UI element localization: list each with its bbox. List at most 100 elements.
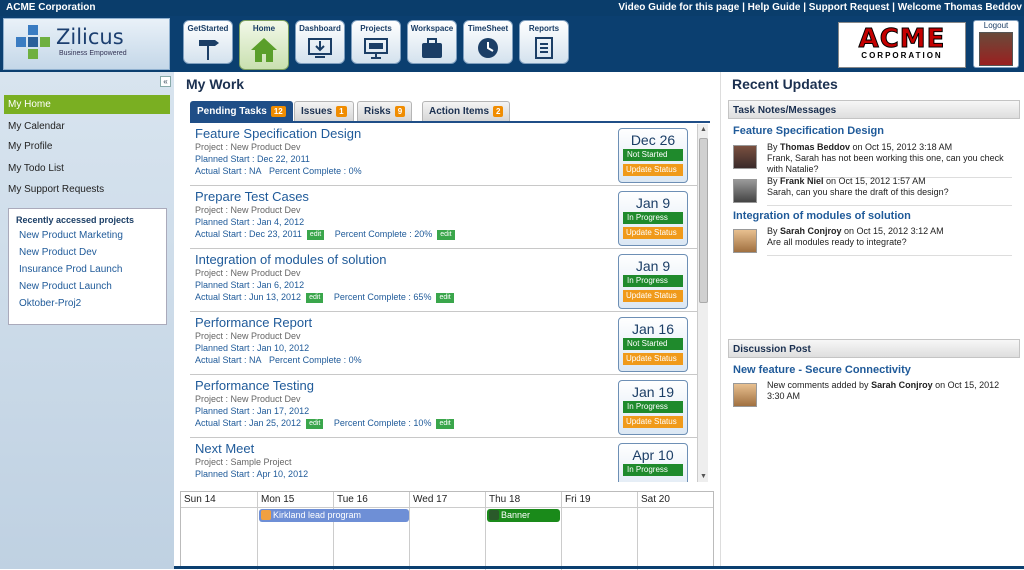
task-project: Project : New Product Dev — [195, 142, 301, 152]
edit-actual-button[interactable]: edit — [306, 292, 324, 303]
calendar-day-header: Sun 14 — [181, 492, 257, 508]
calendar-day[interactable]: Sat 20 — [638, 492, 713, 570]
company-name: ACME Corporation — [6, 2, 96, 13]
app-logo[interactable]: Zilicus Business Empowered — [3, 18, 170, 70]
edit-percent-button[interactable]: edit — [436, 418, 454, 429]
recent-project-link[interactable]: Oktober-Proj2 — [9, 295, 166, 312]
update-status-button[interactable]: Update Status — [623, 353, 683, 365]
edit-actual-button[interactable]: edit — [306, 229, 325, 240]
update-task-link[interactable]: Feature Specification Design — [733, 125, 884, 137]
calendar-day[interactable]: Mon 15 — [258, 492, 334, 570]
task-title-link[interactable]: Feature Specification Design — [195, 126, 361, 141]
update-status-button[interactable]: Update Status — [623, 416, 683, 428]
recent-project-link[interactable]: New Product Marketing — [9, 227, 166, 244]
note-time: on Oct 15, 2012 3:12 AM — [841, 226, 944, 236]
task-item: Feature Specification Design Project : N… — [190, 124, 697, 186]
task-actual-start: Actual Start : Jun 13, 2012 — [195, 292, 302, 302]
calendar-event[interactable]: Banner — [487, 509, 560, 522]
logo-name: Zilicus — [56, 25, 124, 49]
task-due-date: Dec 26 — [630, 132, 676, 148]
task-title-link[interactable]: Next Meet — [195, 441, 254, 456]
status-badge: In Progress — [623, 401, 683, 413]
calendar-day-header: Tue 16 — [334, 492, 409, 508]
note-time: on Oct 15, 2012 3:18 AM — [850, 142, 953, 152]
brand-small: CORPORATION — [861, 51, 943, 60]
note-author: Thomas Beddov — [780, 142, 851, 152]
task-list-scrollbar[interactable]: ▲ ▼ — [697, 124, 708, 482]
note-time: on Oct 15, 2012 1:57 AM — [823, 176, 926, 186]
sidebar-item-my-profile[interactable]: My Profile — [4, 137, 170, 156]
update-status-button[interactable]: Update Status — [623, 164, 683, 176]
calendar-event[interactable]: Kirkland lead program — [259, 509, 409, 522]
sidebar-item-my-support-requests[interactable]: My Support Requests — [4, 180, 170, 199]
task-date-box: Jan 19 In Progress Update Status — [618, 380, 688, 435]
tab-issues[interactable]: Issues 1 — [294, 101, 354, 121]
discussion-title-link[interactable]: New feature - Secure Connectivity — [733, 364, 911, 376]
nav-getstarted[interactable]: GetStarted — [183, 20, 233, 64]
task-due-date: Jan 16 — [631, 321, 675, 337]
calendar-day-header: Thu 18 — [486, 492, 561, 508]
tab-action-items[interactable]: Action Items 2 — [422, 101, 511, 121]
tab-pending-tasks[interactable]: Pending Tasks 12 — [190, 101, 293, 121]
calendar-day[interactable]: Sun 14 — [181, 492, 258, 570]
task-title-link[interactable]: Performance Report — [195, 315, 312, 330]
discussion-text: New comments added by Sarah Conjroy on O… — [767, 380, 1012, 402]
status-badge: In Progress — [623, 275, 683, 287]
discussion-post-heading: Discussion Post — [728, 339, 1020, 358]
edit-percent-button[interactable]: edit — [436, 292, 454, 303]
event-label: Banner — [501, 510, 531, 520]
scroll-down-arrow-icon[interactable]: ▼ — [699, 472, 708, 481]
my-work-title: My Work — [186, 76, 245, 92]
top-links[interactable]: Video Guide for this page | Help Guide |… — [618, 0, 1022, 16]
nav-reports[interactable]: Reports — [519, 20, 569, 64]
edit-actual-button[interactable]: edit — [306, 418, 324, 429]
tab-risks[interactable]: Risks 9 — [357, 101, 413, 121]
nav-home[interactable]: Home — [239, 20, 289, 70]
calendar-day[interactable]: Wed 17 — [410, 492, 486, 570]
recent-project-link[interactable]: Insurance Prod Launch — [9, 261, 166, 278]
count-badge: 9 — [394, 106, 406, 117]
nav-dashboard[interactable]: Dashboard — [295, 20, 345, 64]
scroll-up-arrow-icon[interactable]: ▲ — [699, 125, 708, 134]
nav-projects[interactable]: Projects — [351, 20, 401, 64]
recent-project-link[interactable]: New Product Launch — [9, 278, 166, 295]
recent-project-link[interactable]: New Product Dev — [9, 244, 166, 261]
collapse-sidebar-button[interactable]: « — [160, 76, 171, 87]
nav-workspace[interactable]: Workspace — [407, 20, 457, 64]
tab-label: Risks — [364, 106, 391, 117]
update-status-button[interactable]: Update Status — [623, 227, 683, 239]
nav-label: Workspace — [410, 24, 454, 33]
task-title-link[interactable]: Performance Testing — [195, 378, 314, 393]
scroll-thumb[interactable] — [699, 138, 708, 303]
update-status-button[interactable]: Update Status — [623, 290, 683, 302]
signpost-icon — [199, 40, 219, 60]
briefcase-icon — [422, 38, 442, 58]
task-planned-start: Planned Start : Jan 17, 2012 — [195, 406, 310, 416]
recent-projects-heading: Recently accessed projects — [16, 215, 135, 225]
projector-icon — [364, 38, 388, 59]
tab-label: Action Items — [429, 106, 490, 117]
update-task-link[interactable]: Integration of modules of solution — [733, 210, 911, 222]
calendar-day[interactable]: Fri 19 — [562, 492, 638, 570]
nav-label: TimeSheet — [467, 24, 509, 33]
sidebar-item-my-todo-list[interactable]: My Todo List — [4, 159, 170, 178]
edit-percent-button[interactable]: edit — [437, 229, 455, 240]
calendar-day[interactable]: Tue 16 — [334, 492, 410, 570]
task-percent: Percent Complete : 0% — [269, 166, 362, 176]
task-title-link[interactable]: Prepare Test Cases — [195, 189, 309, 204]
task-date-box: Dec 26 Not Started Update Status — [618, 128, 688, 183]
calendar-day-header: Sat 20 — [638, 492, 713, 508]
task-title-link[interactable]: Integration of modules of solution — [195, 252, 387, 267]
note-item: By Frank Niel on Oct 15, 2012 1:57 AM Sar… — [733, 176, 1013, 206]
nav-timesheet[interactable]: TimeSheet — [463, 20, 513, 64]
task-item: Performance Testing Project : New Produc… — [190, 376, 697, 438]
avatar — [733, 383, 757, 407]
recent-updates-title: Recent Updates — [732, 76, 838, 92]
user-avatar — [979, 32, 1013, 66]
logout-button[interactable]: Logout — [973, 20, 1019, 68]
discussion-item: New comments added by Sarah Conjroy on O… — [733, 380, 1013, 416]
sidebar-item-my-home[interactable]: My Home — [4, 95, 170, 114]
calendar-day[interactable]: Thu 18 — [486, 492, 562, 570]
sidebar-item-my-calendar[interactable]: My Calendar — [4, 117, 170, 136]
task-actual-row: Actual Start : Jun 13, 2012 edit Percent … — [195, 292, 457, 303]
